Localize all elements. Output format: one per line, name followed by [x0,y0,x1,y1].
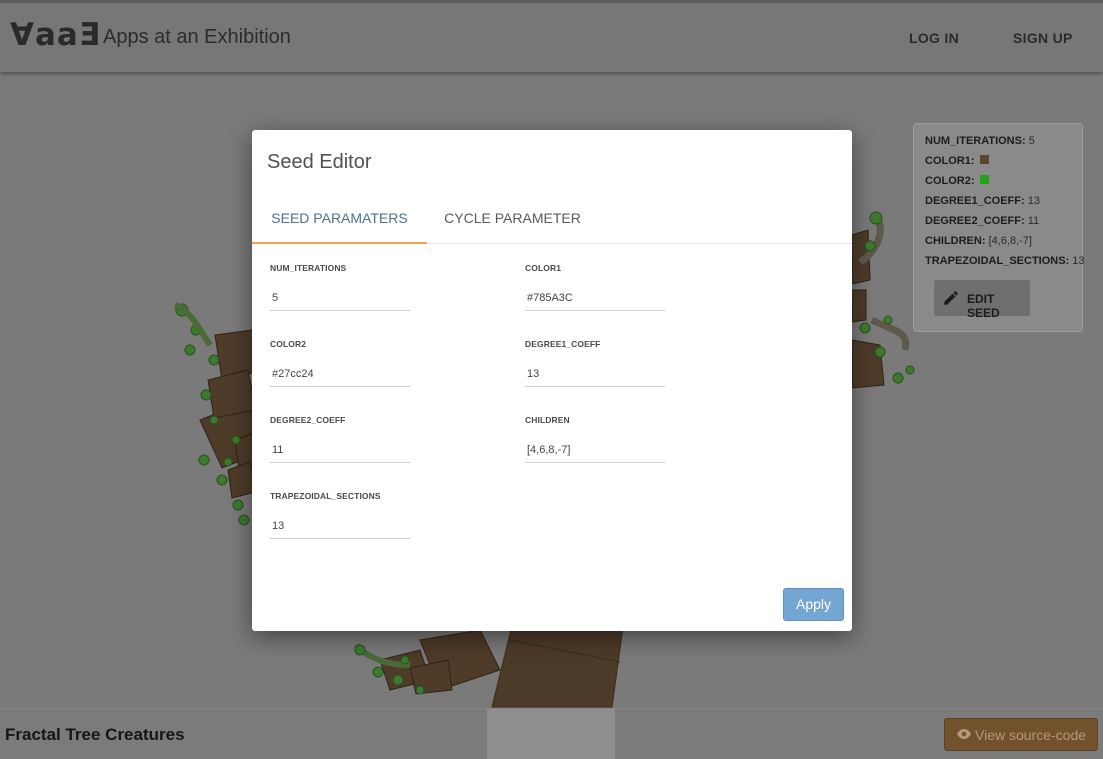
seed-info-panel: NUM_ITERATIONS: 5 COLOR1: COLOR2: DEGREE… [913,123,1085,332]
seed-value: [4,6,8,-7] [988,235,1032,247]
seed-key: DEGREE2_COEFF: [925,215,1025,227]
bottom-bar: Fractal Tree Creatures View source-code [0,708,1103,759]
field-label: COLOR2 [270,339,307,349]
degree2-coeff-input[interactable] [270,438,410,463]
num-iterations-input[interactable] [270,286,410,311]
seed-key: CHILDREN: [925,235,986,247]
field-color2: COLOR2 [270,339,410,387]
field-label: COLOR1 [525,263,562,273]
color1-swatch [979,155,989,164]
eye-icon [957,729,971,739]
modal-title: Seed Editor [267,151,372,173]
seed-row-degree1: DEGREE1_COEFF: 13 [925,194,1082,214]
degree1-coeff-input[interactable] [525,362,665,387]
field-degree2-coeff: DEGREE2_COEFF [270,415,410,463]
seed-row-color2: COLOR2: [925,174,1082,194]
seed-value: 11 [1027,215,1040,227]
color2-input[interactable] [270,362,410,387]
edit-seed-button[interactable]: EDIT SEED [934,280,1030,320]
app-title: Apps at an Exhibition [103,26,291,48]
view-source-label: View source-code [975,727,1087,743]
seed-key: COLOR2: [925,175,975,187]
login-button[interactable]: LOG IN [909,30,959,46]
seed-row-children: CHILDREN: [4,6,8,-7] [925,234,1082,254]
field-color1: COLOR1 [525,263,665,311]
app-header: ∀aaƎ Apps at an Exhibition LOG IN SIGN U… [0,0,1103,72]
field-children: CHILDREN [525,415,665,463]
seed-key: TRAPEZOIDAL_SECTIONS: [925,255,1070,267]
tab-cycle-parameter[interactable]: CYCLE PARAMETER [435,203,590,242]
trapezoidal-sections-input[interactable] [270,514,410,539]
field-label: DEGREE1_COEFF [525,339,601,349]
seed-value: 13 [1072,255,1085,267]
field-trapezoidal-sections: TRAPEZOIDAL_SECTIONS [270,491,410,539]
seed-key: NUM_ITERATIONS: [925,135,1026,147]
color1-input[interactable] [525,286,665,311]
color2-swatch [979,175,989,184]
field-label: DEGREE2_COEFF [270,415,346,425]
seed-key: COLOR1: [925,155,975,167]
seed-value: 13 [1027,195,1040,207]
seed-key: DEGREE1_COEFF: [925,195,1025,207]
children-input[interactable] [525,438,665,463]
trunk-base [487,709,615,759]
view-source-button[interactable]: View source-code [944,718,1098,751]
edit-seed-label: EDIT SEED [967,292,1000,320]
tab-seed-parameters[interactable]: SEED PARAMATERS [252,203,427,244]
field-label: CHILDREN [525,415,570,425]
field-label: TRAPEZOIDAL_SECTIONS [270,491,381,501]
seed-row-num-iterations: NUM_ITERATIONS: 5 [925,134,1082,154]
seed-row-trapezoidal: TRAPEZOIDAL_SECTIONS: 13 [925,254,1085,274]
app-logo[interactable]: ∀aaƎ [10,17,101,53]
seed-editor-modal: Seed Editor SEED PARAMATERS CYCLE PARAME… [252,130,852,631]
pencil-icon [944,291,958,305]
seed-value: 5 [1028,135,1035,147]
apply-button[interactable]: Apply [783,588,844,621]
field-num-iterations: NUM_ITERATIONS [270,263,410,311]
signup-button[interactable]: SIGN UP [1013,30,1073,46]
creature-title: Fractal Tree Creatures [5,725,185,744]
field-label: NUM_ITERATIONS [270,263,347,273]
modal-tabs: SEED PARAMATERS CYCLE PARAMETER [252,203,852,244]
field-degree1-coeff: DEGREE1_COEFF [525,339,665,387]
seed-row-degree2: DEGREE2_COEFF: 11 [925,214,1082,234]
seed-row-color1: COLOR1: [925,154,1082,174]
